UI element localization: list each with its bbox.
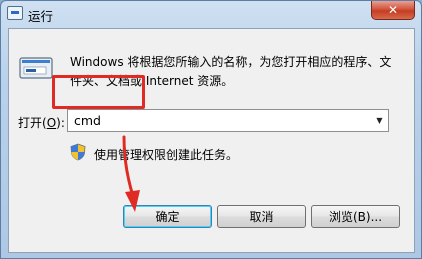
- open-combobox[interactable]: ▼: [67, 109, 389, 132]
- run-program-icon: [19, 57, 53, 79]
- dialog-body: Windows 将根据您所输入的名称，为您打开相应的程序、文件夹、文档或 Int…: [8, 28, 415, 253]
- close-icon: ✕: [387, 3, 399, 17]
- chevron-down-icon[interactable]: ▼: [371, 110, 388, 131]
- title-bar[interactable]: 运行 ✕: [1, 1, 421, 27]
- window-title: 运行: [28, 9, 54, 24]
- input-highlight-annotation: [52, 75, 145, 109]
- open-label: 打开(O):: [18, 116, 65, 130]
- cancel-button[interactable]: 取消: [217, 205, 306, 228]
- close-button[interactable]: ✕: [371, 1, 415, 20]
- run-app-icon: [7, 6, 23, 20]
- ok-button[interactable]: 确定: [123, 205, 212, 228]
- uac-shield-icon: [70, 143, 86, 161]
- command-input[interactable]: [68, 110, 371, 131]
- run-dialog: 运行 ✕ Windows 将根据您所输入的名称，为您打开相应的程序、文件夹、文档…: [0, 0, 422, 259]
- browse-button[interactable]: 浏览(B)...: [311, 205, 400, 228]
- admin-privilege-note: 使用管理权限创建此任务。: [94, 148, 239, 162]
